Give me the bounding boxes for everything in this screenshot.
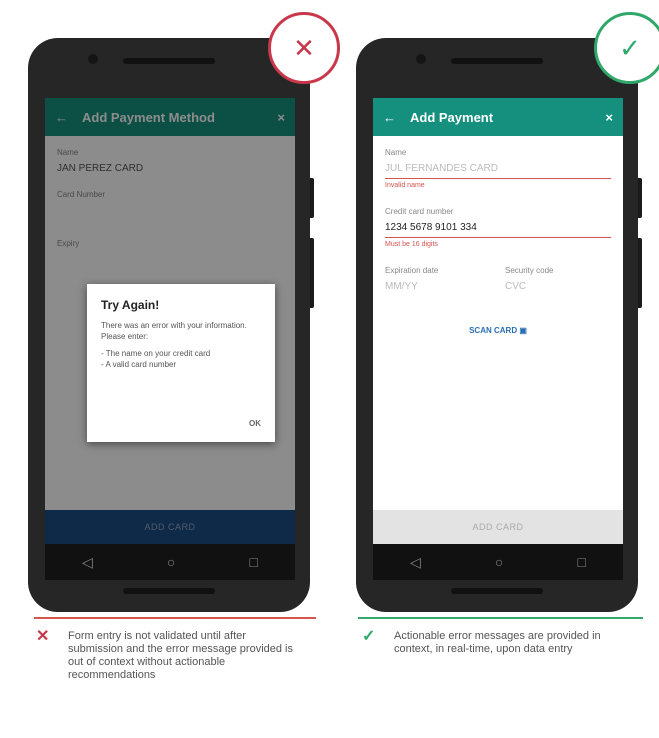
- power-button: [310, 178, 314, 218]
- screen-bad: ← Add Payment Method × Name JAN PEREZ CA…: [45, 98, 295, 544]
- x-icon: ✕: [36, 628, 50, 645]
- security-label: Security code: [505, 266, 554, 275]
- expiry-input[interactable]: MM/YY: [385, 281, 465, 296]
- back-arrow-icon[interactable]: ←: [383, 110, 396, 125]
- dialog-ok-button[interactable]: OK: [249, 419, 261, 428]
- android-nav-bar: ◁ ○ □: [45, 544, 295, 580]
- app-bar-title: Add Payment: [410, 109, 494, 125]
- nav-recent-icon[interactable]: □: [249, 554, 257, 570]
- scan-card-button[interactable]: SCAN CARD ▣: [373, 326, 623, 335]
- good-caption: ✓ Actionable error messages are provided…: [362, 628, 642, 656]
- card-number-input[interactable]: 1234 5678 9101 334: [385, 222, 611, 238]
- camera-icon: [88, 54, 98, 64]
- scan-card-label: SCAN CARD: [469, 326, 518, 335]
- nav-recent-icon[interactable]: □: [577, 554, 585, 570]
- volume-button: [638, 238, 642, 308]
- name-label: Name: [385, 148, 407, 157]
- close-icon[interactable]: ×: [605, 110, 613, 125]
- expiry-label: Expiration date: [385, 266, 439, 275]
- dialog-hints: - The name on your credit card - A valid…: [101, 349, 211, 369]
- card-field[interactable]: Credit card number 1234 5678 9101 334 Mu…: [373, 207, 623, 248]
- bad-caption-text: Form entry is not validated until after …: [68, 630, 294, 681]
- camera-icon: [416, 54, 426, 64]
- check-icon: ✓: [362, 628, 376, 645]
- good-caption-text: Actionable error messages are provided i…: [394, 630, 601, 655]
- name-input[interactable]: JUL FERNANDES CARD: [385, 163, 611, 179]
- dialog-title: Try Again!: [101, 298, 160, 312]
- screen-good: ← Add Payment × Name JUL FERNANDES CARD …: [373, 98, 623, 544]
- android-nav-bar: ◁ ○ □: [373, 544, 623, 580]
- speaker-grille: [123, 58, 215, 64]
- card-label: Credit card number: [385, 207, 454, 216]
- phone-bad-example: ← Add Payment Method × Name JAN PEREZ CA…: [28, 38, 314, 612]
- speaker-grille: [451, 58, 543, 64]
- bad-divider: [34, 617, 316, 619]
- nav-back-icon[interactable]: ◁: [410, 554, 421, 571]
- good-example-check-icon: ✓: [594, 12, 659, 84]
- security-input[interactable]: CVC: [505, 281, 585, 296]
- nav-home-icon[interactable]: ○: [495, 554, 503, 570]
- good-divider: [358, 617, 643, 619]
- phone-good-example: ← Add Payment × Name JUL FERNANDES CARD …: [356, 38, 642, 612]
- nav-back-icon[interactable]: ◁: [82, 554, 93, 571]
- volume-button: [310, 238, 314, 308]
- camera-icon: ▣: [519, 326, 527, 335]
- app-bar: ← Add Payment ×: [373, 98, 623, 136]
- name-error: Invalid name: [385, 182, 425, 189]
- dialog-message: There was an error with your information…: [101, 321, 247, 341]
- name-field[interactable]: Name JUL FERNANDES CARD Invalid name: [373, 148, 623, 189]
- power-button: [638, 178, 642, 218]
- bad-example-x-icon: ✕: [268, 12, 340, 84]
- expiry-security-row: Expiration date MM/YY Security code CVC: [373, 266, 623, 296]
- security-field[interactable]: Security code CVC: [505, 266, 585, 296]
- error-dialog: Try Again! There was an error with your …: [87, 284, 275, 442]
- bad-caption: ✕ Form entry is not validated until afte…: [36, 628, 296, 682]
- add-card-button[interactable]: ADD CARD: [373, 510, 623, 544]
- speaker-grille-bottom: [451, 588, 543, 594]
- speaker-grille-bottom: [123, 588, 215, 594]
- nav-home-icon[interactable]: ○: [167, 554, 175, 570]
- card-error: Must be 16 digits: [385, 241, 438, 248]
- expiry-field[interactable]: Expiration date MM/YY: [385, 266, 465, 296]
